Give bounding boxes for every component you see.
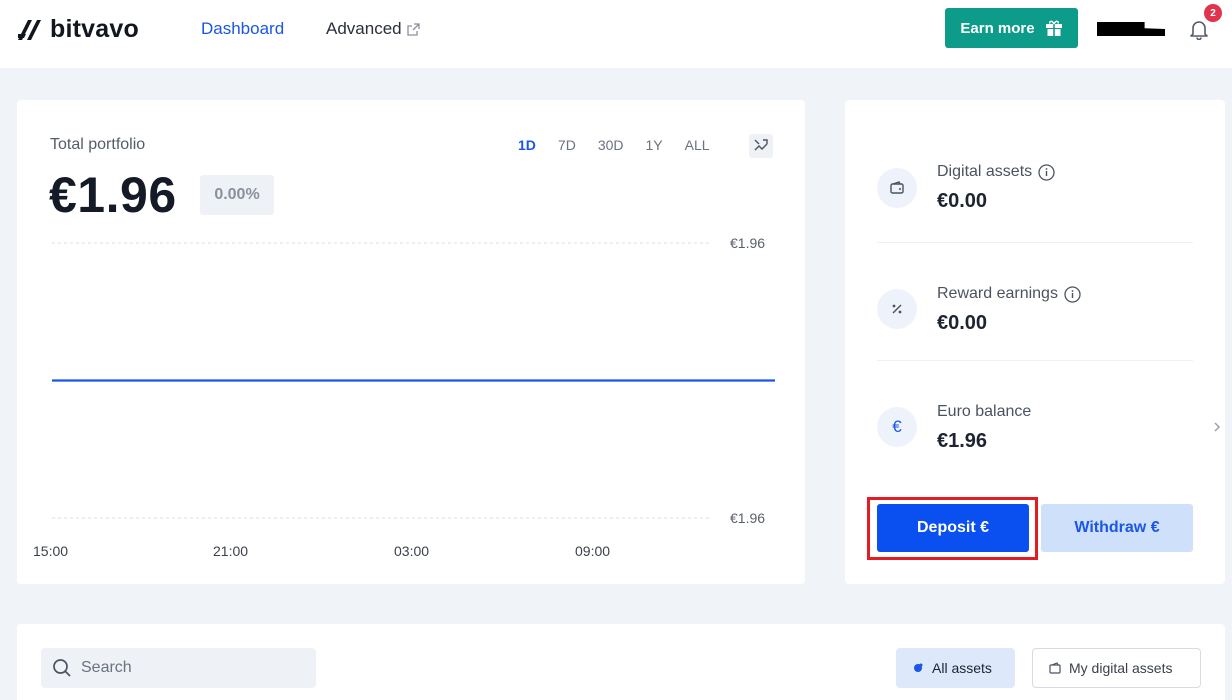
filter-my-assets-button[interactable]: My digital assets (1032, 648, 1201, 688)
range-tab-all[interactable]: ALL (674, 137, 721, 153)
x-tick-label: 03:00 (394, 543, 429, 559)
nav-advanced[interactable]: Advanced (326, 19, 420, 39)
balance-divider (877, 360, 1193, 361)
digital-assets-label: Digital assets (937, 163, 1033, 180)
reward-earnings-label: Reward earnings (937, 285, 1058, 302)
deposit-button[interactable]: Deposit € (877, 504, 1029, 552)
balance-row-digital-assets: Digital assets €0.00 (877, 163, 1193, 248)
info-icon[interactable] (1038, 163, 1055, 181)
portfolio-label: Total portfolio (50, 136, 146, 153)
search-input[interactable] (81, 648, 311, 688)
range-tab-1d[interactable]: 1D (507, 137, 547, 153)
range-tab-7d[interactable]: 7D (547, 137, 587, 153)
wallet-icon (877, 168, 917, 208)
bell-icon[interactable] (1188, 18, 1210, 40)
notification-badge: 2 (1204, 4, 1222, 22)
balance-divider (877, 242, 1193, 243)
chevron-right-icon[interactable] (1211, 421, 1223, 433)
range-tab-30d[interactable]: 30D (587, 137, 635, 153)
x-tick-label: 21:00 (213, 543, 248, 559)
euro-balance-label: Euro balance (937, 403, 1032, 420)
external-link-icon (406, 22, 420, 36)
digital-assets-value: €0.00 (937, 190, 988, 212)
euro-icon: € (877, 407, 917, 447)
search-box[interactable] (41, 648, 316, 688)
earn-more-label: Earn more (960, 19, 1035, 37)
x-tick-label: 15:00 (33, 543, 68, 559)
y-tick-label: €1.96 (730, 235, 765, 251)
portfolio-value: €1.96 (49, 167, 177, 223)
search-icon (53, 659, 71, 677)
range-tab-1y[interactable]: 1Y (635, 137, 674, 153)
chart-type-toggle[interactable] (749, 134, 773, 158)
assets-card: All assets My digital assets (17, 624, 1225, 700)
gift-icon (1045, 20, 1062, 36)
logo-mark-icon (18, 19, 41, 40)
balance-label: Euro balance (937, 403, 1031, 421)
euro-symbol: € (892, 417, 902, 436)
y-tick-label: €1.96 (730, 510, 765, 526)
x-tick-label: 09:00 (575, 543, 610, 559)
top-header: bitvavo Dashboard Advanced Earn more 2 (0, 0, 1232, 68)
filter-all-label: All assets (932, 660, 992, 676)
redacted-username[interactable] (1097, 22, 1165, 36)
earn-more-button[interactable]: Earn more (945, 8, 1078, 48)
bitvavo-logo[interactable]: bitvavo (18, 15, 139, 44)
filter-mine-label: My digital assets (1069, 660, 1173, 676)
info-icon[interactable] (1064, 285, 1081, 303)
euro-balance-value: €1.96 (937, 430, 988, 452)
logo-text: bitvavo (50, 15, 139, 43)
filter-all-assets-button[interactable]: All assets (896, 648, 1015, 688)
range-tabs: 1D 7D 30D 1Y ALL (507, 137, 721, 153)
portfolio-card: €1.96 €1.96 15:00 21:00 03:00 09:00 Total por… (17, 100, 805, 584)
wallet-small-icon (1049, 662, 1061, 674)
withdraw-button[interactable]: Withdraw € (1041, 504, 1193, 552)
portfolio-change-badge: 0.00% (200, 175, 274, 215)
reward-earnings-value: €0.00 (937, 312, 988, 334)
nav-advanced-label: Advanced (326, 19, 402, 38)
nav-dashboard[interactable]: Dashboard (201, 19, 284, 39)
chart-swap-icon (754, 139, 768, 151)
balance-row-reward-earnings: Reward earnings €0.00 (877, 285, 1193, 369)
balance-label: Digital assets (937, 163, 1055, 181)
percent-icon (877, 289, 917, 329)
balance-row-euro-balance[interactable]: € Euro balance €1.96 (877, 403, 1221, 487)
dot-icon (914, 663, 923, 672)
balance-label: Reward earnings (937, 285, 1081, 303)
